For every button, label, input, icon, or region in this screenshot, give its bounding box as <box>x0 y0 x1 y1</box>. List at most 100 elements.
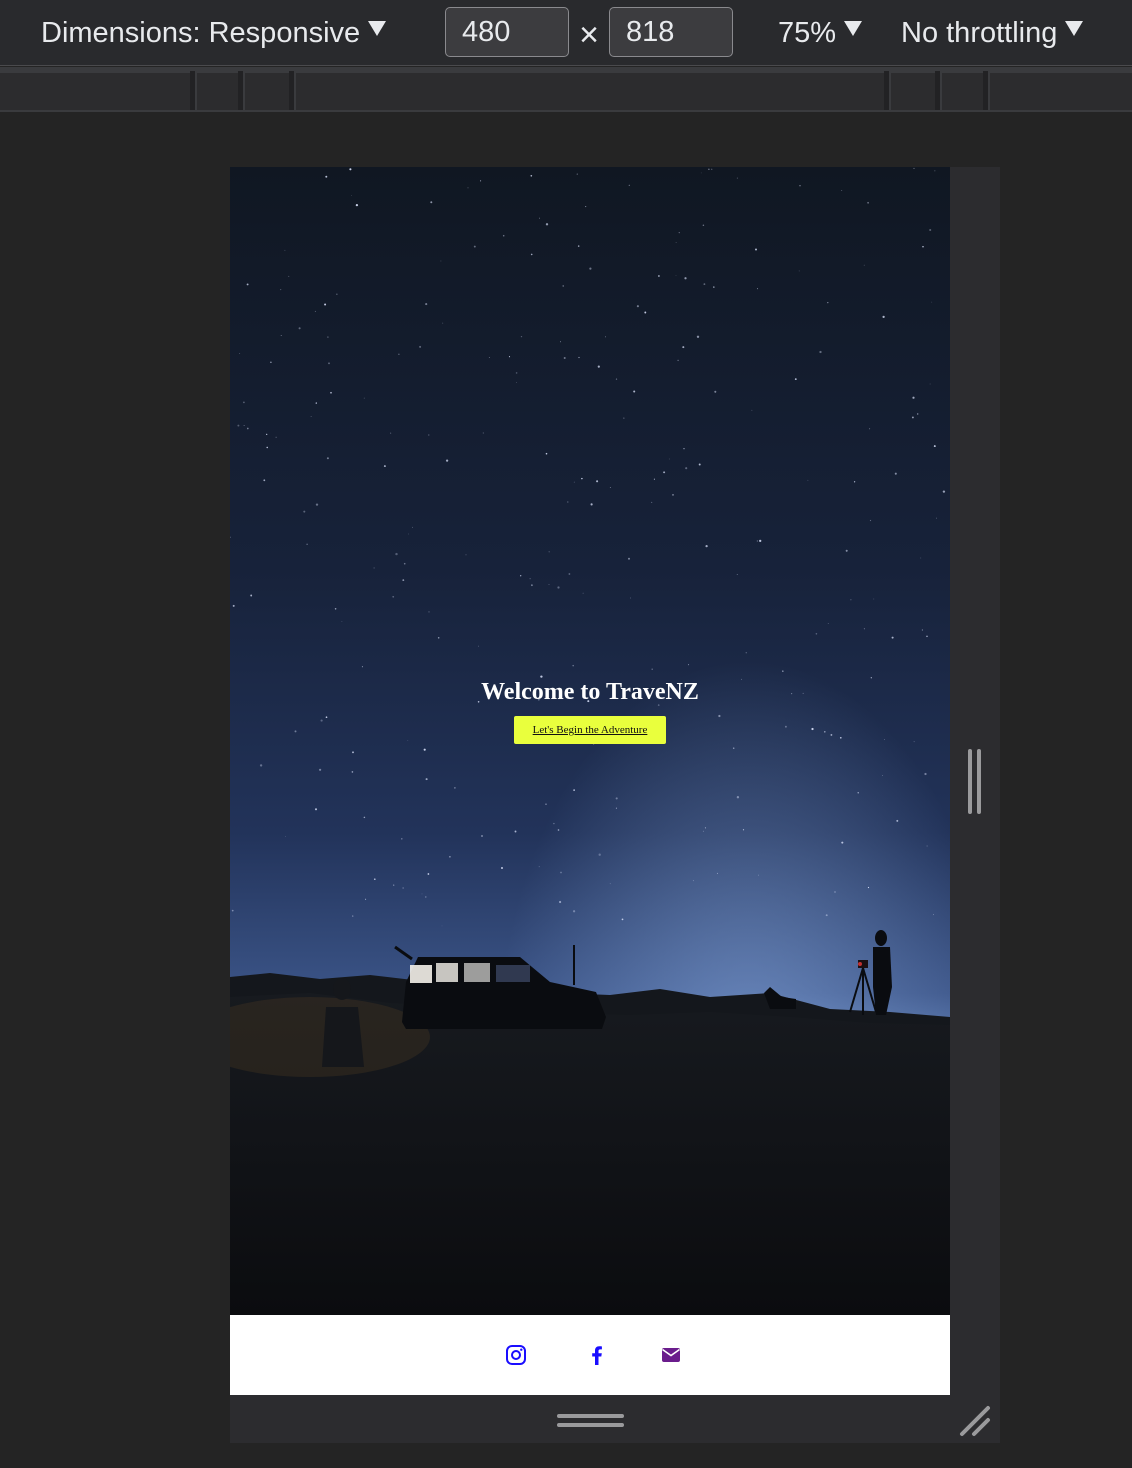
star <box>736 177 738 179</box>
star <box>538 866 540 868</box>
star <box>912 396 915 399</box>
star <box>284 249 286 251</box>
star <box>401 838 403 840</box>
star <box>853 481 856 483</box>
star <box>373 878 376 881</box>
star <box>628 557 630 560</box>
star <box>239 353 241 354</box>
star <box>884 739 886 740</box>
star <box>336 293 338 295</box>
star <box>942 490 946 493</box>
star <box>294 730 297 733</box>
star <box>548 584 550 585</box>
star <box>520 575 522 577</box>
media-query-segment[interactable] <box>942 73 983 110</box>
star <box>259 764 263 767</box>
page-footer <box>230 1315 950 1395</box>
star <box>714 390 717 393</box>
star <box>609 883 611 885</box>
facebook-icon <box>592 1346 602 1365</box>
star <box>830 733 833 736</box>
star <box>246 283 249 286</box>
ruler-divider <box>884 71 889 110</box>
star <box>757 874 759 876</box>
height-input[interactable] <box>609 7 733 57</box>
star <box>839 736 842 739</box>
star <box>325 175 328 178</box>
media-query-segment[interactable] <box>0 73 190 110</box>
star <box>390 432 392 434</box>
star <box>310 416 312 417</box>
star <box>250 594 253 597</box>
media-query-segment[interactable] <box>296 73 884 110</box>
star <box>440 260 442 262</box>
star <box>392 595 395 598</box>
star <box>275 436 277 438</box>
zoom-dropdown[interactable]: 75% <box>778 12 863 54</box>
instagram-link[interactable] <box>504 1343 528 1367</box>
star <box>675 274 677 276</box>
star <box>589 267 592 270</box>
star <box>924 772 927 776</box>
width-input[interactable] <box>445 7 569 57</box>
star <box>917 413 919 415</box>
star <box>794 378 797 380</box>
throttling-dropdown[interactable]: No throttling <box>901 12 1084 54</box>
star <box>231 909 234 912</box>
star <box>576 173 578 175</box>
right-resize-handle[interactable] <box>966 749 984 814</box>
star <box>623 417 625 419</box>
begin-adventure-button[interactable]: Let's Begin the Adventure <box>514 716 666 744</box>
device-toolbar: Dimensions: Responsive × 75% No throttli… <box>0 0 1132 66</box>
star <box>644 311 647 314</box>
media-query-segment[interactable] <box>990 73 1132 110</box>
dimensions-dropdown[interactable]: Dimensions: Responsive <box>41 12 387 54</box>
star <box>784 725 787 728</box>
star <box>894 472 897 475</box>
star <box>540 675 543 678</box>
media-query-segment[interactable] <box>197 73 238 110</box>
star <box>246 427 249 430</box>
star <box>931 301 933 303</box>
star <box>482 432 484 434</box>
star <box>314 808 318 811</box>
bottom-resize-handle[interactable] <box>557 1412 624 1430</box>
star <box>572 664 574 667</box>
star <box>929 383 931 385</box>
star <box>615 797 618 800</box>
star <box>548 551 550 553</box>
star <box>403 562 406 565</box>
star <box>799 184 801 187</box>
facebook-link[interactable] <box>585 1343 609 1367</box>
star <box>557 586 560 589</box>
star <box>363 816 366 819</box>
star <box>263 479 266 482</box>
star <box>628 184 630 186</box>
email-link[interactable] <box>659 1343 683 1367</box>
star <box>698 463 701 466</box>
star <box>815 633 818 635</box>
star <box>573 789 575 791</box>
star <box>827 301 829 304</box>
media-query-segment[interactable] <box>245 73 289 110</box>
ruler-divider <box>190 71 195 110</box>
star <box>442 322 444 324</box>
star <box>825 914 828 917</box>
star <box>651 668 653 671</box>
star <box>515 372 518 374</box>
star <box>696 335 700 338</box>
corner-resize-handle[interactable] <box>957 1403 993 1439</box>
star <box>882 775 883 776</box>
media-query-bar <box>0 67 1132 112</box>
times-symbol: × <box>579 16 599 54</box>
star <box>841 841 844 844</box>
star <box>675 242 677 243</box>
media-query-segment[interactable] <box>891 73 935 110</box>
star <box>567 501 569 503</box>
star <box>361 666 363 668</box>
star <box>920 557 922 559</box>
star <box>678 231 680 234</box>
star <box>819 350 822 354</box>
star <box>243 401 245 404</box>
hero-section: Welcome to TraveNZ Let's Begin the Adven… <box>230 167 950 1315</box>
